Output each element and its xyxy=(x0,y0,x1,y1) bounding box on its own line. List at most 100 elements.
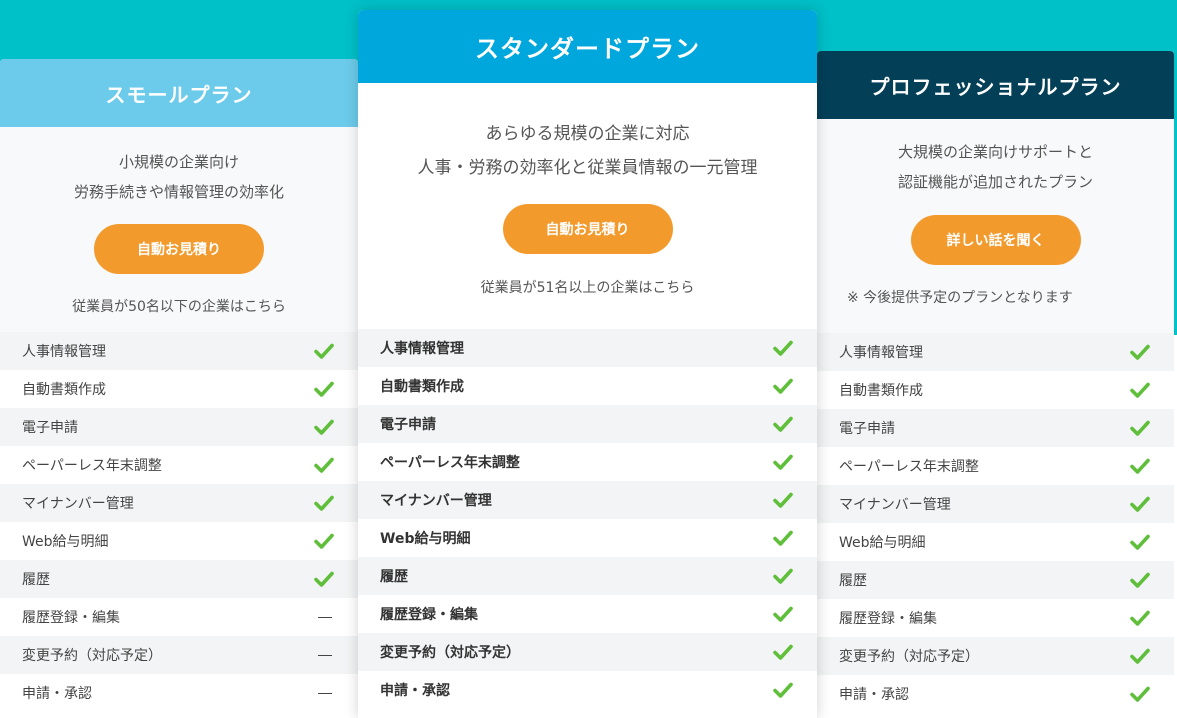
plan-description-line: 労務手続きや情報管理の効率化 xyxy=(73,183,284,201)
dash-icon xyxy=(314,692,336,694)
feature-row: 申請・承認 xyxy=(0,674,358,712)
check-icon xyxy=(1130,382,1152,398)
feature-list: 人事情報管理 自動書類作成 電子申請ペーパーレス年末調整 マイナンバー管理 Web給与明… xyxy=(817,333,1174,713)
feature-label: ペーパーレス年末調整 xyxy=(839,459,979,475)
feature-row: 変更予約（対応予定） xyxy=(358,633,817,671)
plan-note: ※ 今後提供予定のプランとなります xyxy=(847,290,1073,306)
feature-list: 人事情報管理自動書類作成 電子申請ペーパーレス年末調整 マイナンバー管理 Web給与明… xyxy=(0,332,358,712)
plan-note: 従業員が51名以上の企業はこちら xyxy=(480,280,695,296)
feature-row: 人事情報管理 xyxy=(0,332,358,370)
feature-label: 自動書類作成 xyxy=(380,379,464,395)
feature-row: 電子申請 xyxy=(817,409,1174,447)
feature-label: 自動書類作成 xyxy=(839,383,923,399)
plan-description-line: 小規模の企業向け xyxy=(118,153,239,171)
check-icon xyxy=(773,530,795,546)
feature-label: 変更予約（対応予定） xyxy=(22,648,162,664)
feature-label: 電子申請 xyxy=(839,421,895,437)
feature-row: 人事情報管理 xyxy=(817,333,1174,371)
feature-row: Web給与明細 xyxy=(0,522,358,560)
feature-label: 履歴 xyxy=(380,569,408,585)
feature-row: 履歴 xyxy=(358,557,817,595)
feature-row: 履歴 xyxy=(0,560,358,598)
feature-label: ペーパーレス年末調整 xyxy=(22,458,162,474)
feature-label: マイナンバー管理 xyxy=(22,496,134,512)
check-icon xyxy=(314,381,336,397)
check-icon xyxy=(314,533,336,549)
feature-row: 自動書類作成 xyxy=(358,367,817,405)
check-icon xyxy=(773,454,795,470)
plan-note: 従業員が50名以下の企業はこちら xyxy=(72,299,286,315)
feature-label: 変更予約（対応予定） xyxy=(839,649,979,665)
plan-card-standard: スタンダードプラン あらゆる規模の企業に対応 人事・労務の効率化と従業員情報の一… xyxy=(358,10,817,718)
feature-label: マイナンバー管理 xyxy=(380,493,492,509)
feature-label: 履歴 xyxy=(22,572,50,588)
feature-row: 自動書類作成 xyxy=(0,370,358,408)
feature-row: ペーパーレス年末調整 xyxy=(0,446,358,484)
check-icon xyxy=(314,343,336,359)
check-icon xyxy=(1130,344,1152,360)
plan-card-professional: プロフェッショナルプラン 大規模の企業向けサポートと 認証機能が追加されたプラン… xyxy=(817,51,1174,718)
check-icon xyxy=(773,492,795,508)
plan-description-line: 認証機能が追加されたプラン xyxy=(897,173,1093,191)
feature-label: Web給与明細 xyxy=(380,531,471,547)
check-icon xyxy=(1130,496,1152,512)
check-icon xyxy=(773,644,795,660)
plan-intro: あらゆる規模の企業に対応 人事・労務の効率化と従業員情報の一元管理 自動お見積り… xyxy=(358,83,817,329)
feature-label: 履歴 xyxy=(839,573,867,589)
feature-label: 変更予約（対応予定） xyxy=(380,645,520,661)
check-icon xyxy=(773,378,795,394)
feature-row: ペーパーレス年末調整 xyxy=(358,443,817,481)
feature-row: 履歴登録・編集 xyxy=(0,598,358,636)
feature-row: 履歴登録・編集 xyxy=(358,595,817,633)
feature-label: 申請・承認 xyxy=(839,687,909,703)
plan-description-line: 大規模の企業向けサポートと xyxy=(897,143,1093,161)
check-icon xyxy=(314,571,336,587)
feature-label: 申請・承認 xyxy=(380,683,450,699)
feature-label: 申請・承認 xyxy=(22,686,92,702)
plan-intro: 小規模の企業向け 労務手続きや情報管理の効率化 自動お見積り 従業員が50名以下… xyxy=(0,127,358,332)
check-icon xyxy=(1130,420,1152,436)
plan-description: 小規模の企業向け 労務手続きや情報管理の効率化 xyxy=(0,127,358,207)
check-icon xyxy=(1130,534,1152,550)
check-icon xyxy=(1130,458,1152,474)
feature-label: ペーパーレス年末調整 xyxy=(380,455,520,471)
feature-row: 変更予約（対応予定） xyxy=(817,637,1174,675)
feature-list: 人事情報管理 自動書類作成 電子申請ペーパーレス年末調整 マイナンバー管理 Web給与明… xyxy=(358,329,817,709)
feature-row: 履歴 xyxy=(817,561,1174,599)
feature-label: 人事情報管理 xyxy=(839,345,923,361)
feature-row: マイナンバー管理 xyxy=(817,485,1174,523)
feature-label: 電子申請 xyxy=(380,417,436,433)
feature-row: マイナンバー管理 xyxy=(358,481,817,519)
check-icon xyxy=(1130,572,1152,588)
feature-label: 履歴登録・編集 xyxy=(380,607,478,623)
check-icon xyxy=(1130,686,1152,702)
check-icon xyxy=(314,457,336,473)
plan-title: スタンダードプラン xyxy=(358,10,817,83)
feature-label: 自動書類作成 xyxy=(22,382,106,398)
plan-description-line: 人事・労務の効率化と従業員情報の一元管理 xyxy=(417,158,758,178)
feature-row: Web給与明細 xyxy=(817,523,1174,561)
check-icon xyxy=(1130,648,1152,664)
plan-description: 大規模の企業向けサポートと 認証機能が追加されたプラン xyxy=(817,119,1174,197)
feature-row: 変更予約（対応予定） xyxy=(0,636,358,674)
feature-row: 人事情報管理 xyxy=(358,329,817,367)
feature-label: Web給与明細 xyxy=(839,535,926,551)
feature-label: Web給与明細 xyxy=(22,534,109,550)
check-icon xyxy=(773,416,795,432)
feature-label: 電子申請 xyxy=(22,420,78,436)
auto-estimate-button[interactable]: 自動お見積り xyxy=(94,224,264,274)
auto-estimate-button[interactable]: 自動お見積り xyxy=(502,204,673,254)
check-icon xyxy=(773,682,795,698)
feature-row: 申請・承認 xyxy=(358,671,817,709)
inquiry-button[interactable]: 詳しい話を聞く xyxy=(910,215,1081,265)
feature-row: 電子申請 xyxy=(0,408,358,446)
feature-label: マイナンバー管理 xyxy=(839,497,951,513)
check-icon xyxy=(773,606,795,622)
plan-title: スモールプラン xyxy=(0,59,358,127)
feature-row: 申請・承認 xyxy=(817,675,1174,713)
dash-icon xyxy=(314,654,336,656)
plan-title: プロフェッショナルプラン xyxy=(817,51,1174,119)
feature-label: 人事情報管理 xyxy=(380,341,464,357)
feature-row: 履歴登録・編集 xyxy=(817,599,1174,637)
feature-row: 電子申請 xyxy=(358,405,817,443)
